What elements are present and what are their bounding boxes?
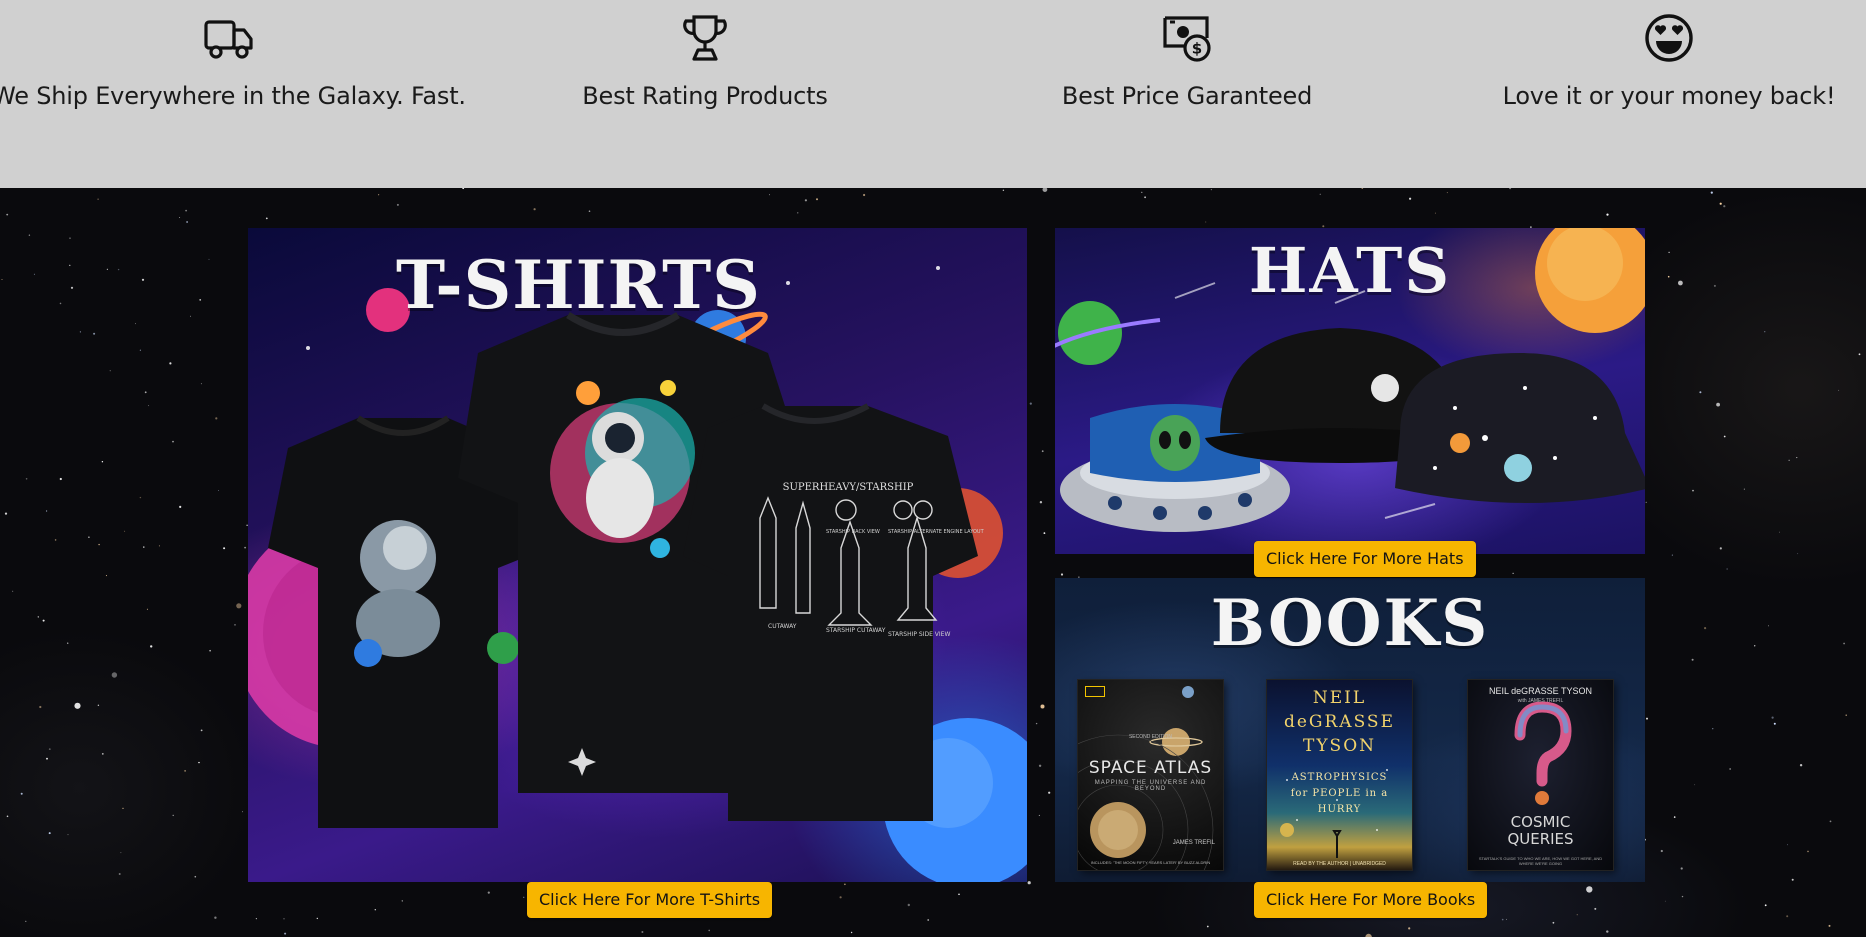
smiling-face-heart-eyes-icon: [1645, 14, 1693, 62]
books-banner[interactable]: BOOKS SECOND EDITION SPACE ATLAS MAPPING…: [1055, 578, 1645, 882]
book-cover-cosmic-queries[interactable]: NEIL deGRASSE TYSON with JAMES TREFIL CO…: [1468, 680, 1613, 870]
starship-label-starship-cutaway: STARSHIP CUTAWAY: [826, 627, 886, 634]
more-tshirts-button[interactable]: Click Here For More T-Shirts: [527, 882, 773, 918]
space-atlas-subtitle: MAPPING THE UNIVERSE AND BEYOND: [1094, 780, 1207, 792]
delivery-truck-icon: [204, 20, 253, 59]
features-bar: We Ship Everywhere in the Galaxy. Fast. …: [0, 0, 1866, 188]
more-books-button[interactable]: Click Here For More Books: [1254, 882, 1488, 918]
feature-shipping-text: We Ship Everywhere in the Galaxy. Fast.: [0, 82, 466, 110]
more-hats-button[interactable]: Click Here For More Hats: [1254, 541, 1476, 577]
tshirts-artwork: SUPERHEAVY/STARSHIP CUTAWAY STARSHIP CUT…: [248, 266, 1027, 882]
tshirts-banner[interactable]: SUPERHEAVY/STARSHIP CUTAWAY STARSHIP CUT…: [248, 228, 1027, 882]
astrophysics-title: ASTROPHYSICS for PEOPLE in a HURRY: [1290, 772, 1389, 815]
space-atlas-author: JAMES TREFIL: [1172, 840, 1215, 846]
feature-rating: Best Rating Products: [475, 12, 935, 110]
starship-shirt-header: SUPERHEAVY/STARSHIP: [783, 482, 914, 493]
hats-title: HATS: [1248, 234, 1452, 307]
cosmic-queries-coauthor: with JAMES TREFIL: [1517, 698, 1564, 704]
cosmic-queries-title: COSMIC QUERIES: [1507, 813, 1574, 848]
space-atlas-edition: SECOND EDITION: [1128, 734, 1173, 740]
feature-guarantee-text: Love it or your money back!: [1502, 82, 1836, 110]
starship-label-side-view: STARSHIP SIDE VIEW: [888, 631, 950, 638]
feature-price-text: Best Price Garanteed: [1061, 82, 1313, 110]
starship-label-cutaway: CUTAWAY: [768, 623, 797, 630]
hats-banner[interactable]: HATS: [1055, 228, 1645, 554]
feature-price: $ Best Price Garanteed: [957, 12, 1417, 110]
starship-label-alternate-engine: STARSHIP ALTERNATE ENGINE LAYOUT: [888, 529, 985, 535]
feature-guarantee: Love it or your money back!: [1439, 12, 1866, 110]
money-bill-dollar-icon: $: [1163, 16, 1211, 62]
cosmic-queries-footer: STARTALK'S GUIDE TO WHO WE ARE, HOW WE G…: [1478, 856, 1603, 866]
astrophysics-footer: READ BY THE AUTHOR | UNABRIDGED: [1293, 861, 1386, 867]
books-title: BOOKS: [1210, 586, 1490, 661]
cosmic-queries-author: NEIL deGRASSE TYSON: [1488, 686, 1593, 696]
space-atlas-title: SPACE ATLAS: [1088, 758, 1213, 778]
book-cover-astrophysics[interactable]: NEIL deGRASSE TYSON ASTROPHYSICS for PEO…: [1267, 680, 1412, 870]
trophy-icon: [683, 15, 727, 61]
space-atlas-footer: INCLUDES: 'THE MOON FIFTY YEARS LATER' B…: [1090, 860, 1211, 865]
feature-shipping: We Ship Everywhere in the Galaxy. Fast.: [0, 12, 466, 110]
tshirts-title: T-SHIRTS: [396, 246, 761, 324]
starship-label-back-view: STARSHIP BACK VIEW: [826, 529, 880, 535]
svg-text:$: $: [1192, 40, 1202, 58]
feature-rating-text: Best Rating Products: [582, 82, 828, 110]
book-cover-space-atlas[interactable]: SECOND EDITION SPACE ATLAS MAPPING THE U…: [1078, 680, 1223, 870]
astrophysics-author: NEIL deGRASSE TYSON: [1283, 688, 1395, 756]
